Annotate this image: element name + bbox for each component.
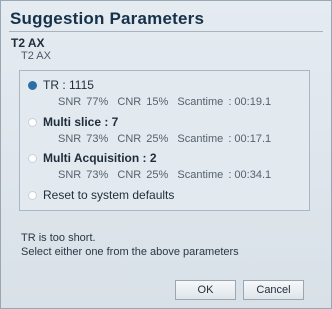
message-line-2: Select either one from the above paramet… [21, 246, 239, 258]
ok-button[interactable]: OK [175, 280, 236, 300]
option-multi-acquisition[interactable]: Multi Acquisition : 2 [28, 151, 157, 165]
option-tr-details: SNR 77% CNR 15% Scantime : 00:19.1 [58, 96, 277, 108]
cnr-label: CNR [117, 133, 142, 145]
cnr-value: 25% [146, 169, 169, 181]
suggestion-parameters-dialog: Suggestion Parameters T2 AX T2 AX TR : 1… [0, 0, 332, 309]
option-multi-slice-details: SNR 73% CNR 25% Scantime : 00:17.1 [58, 133, 277, 145]
title-divider [9, 31, 323, 32]
radio-unselected-icon[interactable] [28, 153, 37, 163]
scantime-value: : 00:17.1 [228, 133, 272, 145]
snr-value: 73% [86, 169, 109, 181]
option-tr-label: TR : 1115 [43, 78, 94, 92]
scantime-label: Scantime [177, 133, 224, 145]
radio-selected-icon[interactable] [28, 80, 37, 90]
option-tr[interactable]: TR : 1115 [28, 78, 94, 92]
radio-unselected-icon[interactable] [28, 117, 37, 127]
option-reset-defaults-label: Reset to system defaults [43, 188, 175, 202]
cnr-label: CNR [117, 96, 142, 108]
standard-label: T2 AX [11, 36, 45, 50]
snr-value: 73% [86, 133, 109, 145]
scantime-label: Scantime [177, 96, 224, 108]
snr-value: 77% [86, 96, 109, 108]
cnr-label: CNR [117, 169, 142, 181]
scantime-label: Scantime [177, 169, 224, 181]
snr-label: SNR [58, 169, 82, 181]
standard-sub-label: T2 AX [21, 50, 51, 62]
scantime-value: : 00:34.1 [228, 169, 272, 181]
scantime-value: : 00:19.1 [228, 96, 272, 108]
option-reset-defaults[interactable]: Reset to system defaults [28, 188, 174, 202]
option-multi-acquisition-label: Multi Acquisition : 2 [43, 151, 157, 165]
option-multi-acquisition-details: SNR 73% CNR 25% Scantime : 00:34.1 [58, 169, 277, 181]
radio-unselected-icon[interactable] [28, 190, 37, 200]
option-multi-slice-label: Multi slice : 7 [43, 115, 119, 129]
option-multi-slice[interactable]: Multi slice : 7 [28, 115, 118, 129]
snr-label: SNR [58, 96, 82, 108]
cancel-button[interactable]: Cancel [243, 280, 304, 300]
parameters-panel: TR : 1115 SNR 77% CNR 15% Scantime : 00:… [19, 70, 310, 211]
dialog-title: Suggestion Parameters [10, 9, 205, 28]
cnr-value: 25% [146, 133, 169, 145]
message-line-1: TR is too short. [21, 232, 96, 244]
snr-label: SNR [58, 133, 82, 145]
cnr-value: 15% [146, 96, 169, 108]
